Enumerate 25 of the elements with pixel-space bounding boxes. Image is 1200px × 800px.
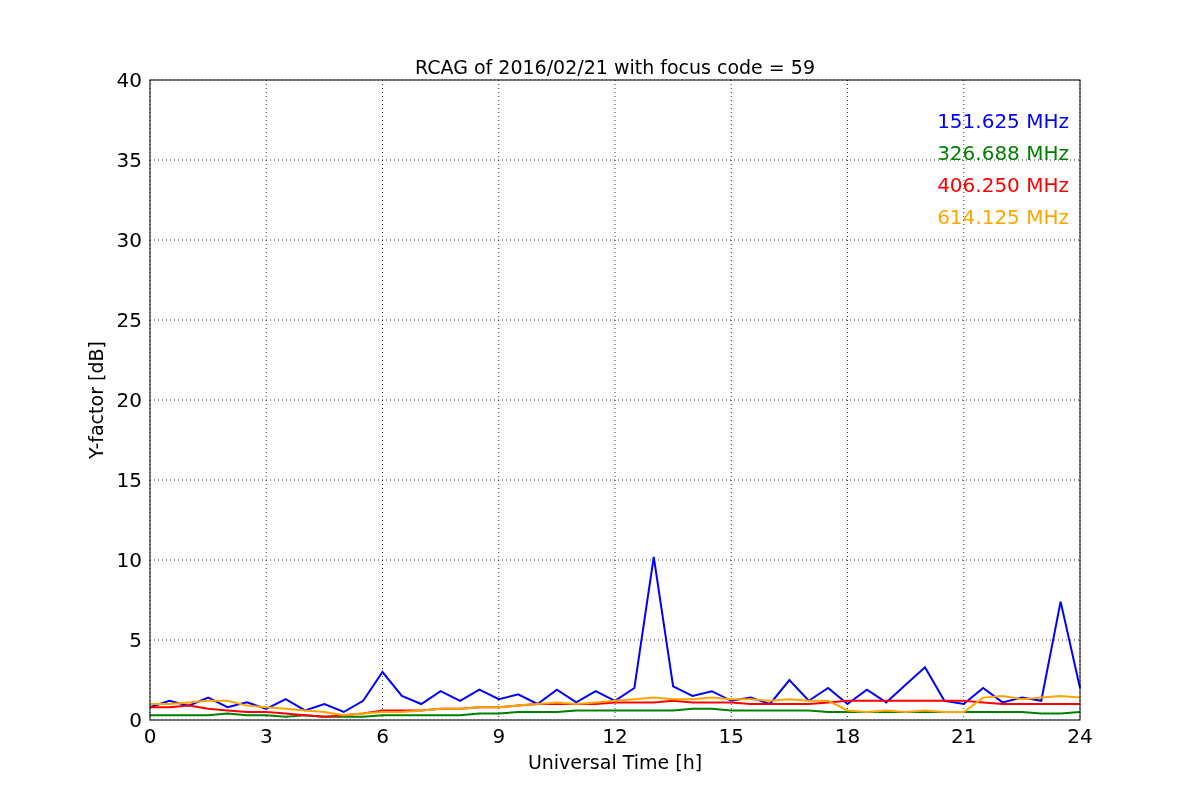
x-tick-label: 12 (602, 724, 628, 748)
x-tick-label: 18 (834, 724, 861, 748)
chart-title: RCAG of 2016/02/21 with focus code = 59 (415, 56, 815, 78)
legend-label: 326.688 MHz (937, 141, 1069, 165)
x-tick-label: 9 (492, 724, 506, 748)
y-tick-label: 10 (116, 548, 142, 572)
y-tick-label: 5 (129, 628, 142, 652)
y-tick-label: 15 (116, 468, 142, 492)
x-tick-label: 3 (259, 724, 273, 748)
y-tick-label: 0 (129, 708, 142, 732)
y-tick-label: 25 (116, 308, 142, 332)
legend-label: 406.250 MHz (937, 173, 1069, 197)
y-tick-label: 30 (116, 228, 142, 252)
x-tick-label: 6 (376, 724, 389, 748)
legend-label: 614.125 MHz (937, 205, 1069, 229)
x-axis-label: Universal Time [h] (527, 751, 703, 773)
y-axis-label: Y-factor [dB] (85, 341, 107, 459)
y-tick-label: 20 (116, 388, 142, 412)
legend-label: 151.625 MHz (937, 109, 1069, 133)
x-tick-label: 24 (1067, 724, 1093, 748)
x-tick-label: 15 (718, 724, 744, 748)
y-tick-label: 40 (116, 68, 142, 92)
x-tick-label: 21 (951, 724, 977, 748)
y-tick-label: 35 (116, 148, 142, 172)
x-tick-label: 0 (143, 724, 157, 748)
